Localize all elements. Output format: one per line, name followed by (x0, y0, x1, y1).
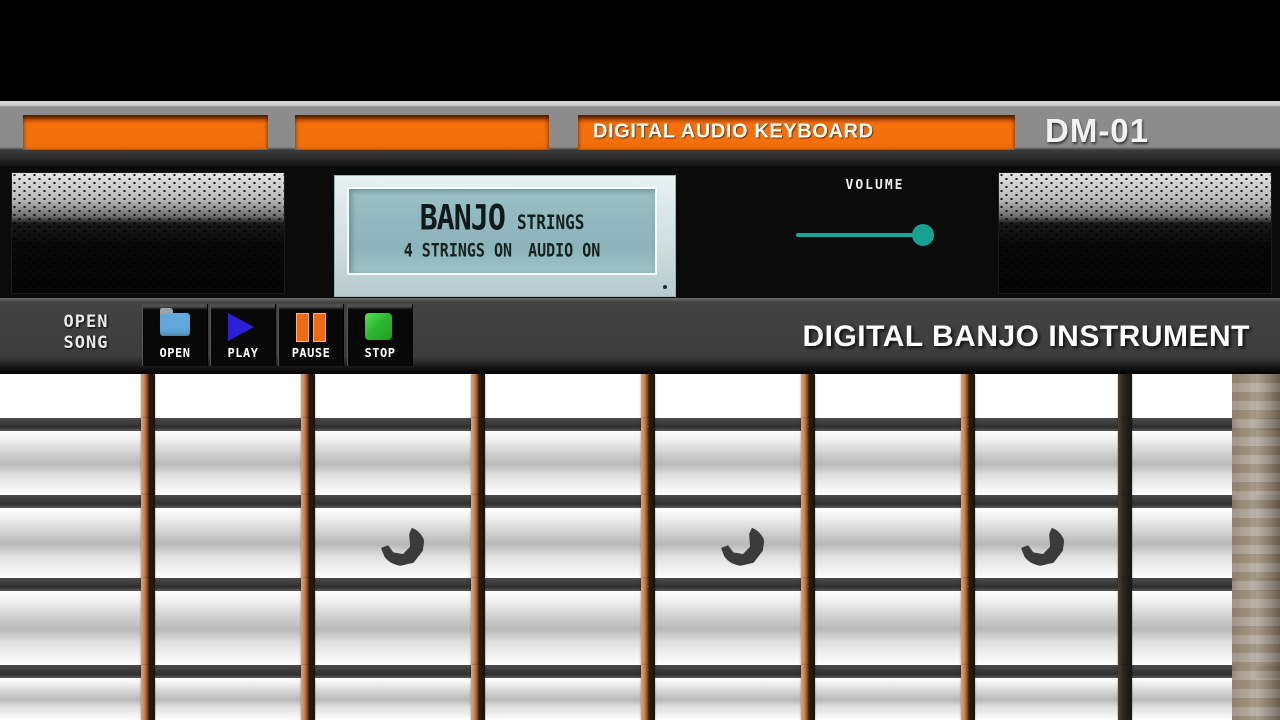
fret-bar (471, 374, 485, 418)
fret-bar (301, 665, 315, 720)
string-line[interactable] (0, 495, 1280, 508)
fret-bar (141, 374, 155, 418)
fret-bar (641, 665, 655, 720)
fret-bar (471, 418, 485, 495)
header-orange-panel-left (23, 115, 268, 149)
instrument-title: DIGITAL BANJO INSTRUMENT (802, 320, 1250, 353)
lcd-display[interactable]: BANJO STRINGS 4 STRINGS ON AUDIO ON (335, 176, 675, 296)
inlay-marker (721, 526, 765, 566)
fret-bar (961, 418, 975, 495)
fret-bar (961, 374, 975, 418)
fret-bar (801, 665, 815, 720)
open-song-label-line1: OPEN (63, 312, 109, 332)
pause-button[interactable]: PAUSE (278, 304, 344, 366)
string-line[interactable] (0, 418, 1280, 431)
fretboard[interactable] (0, 374, 1280, 720)
lcd-screen: BANJO STRINGS 4 STRINGS ON AUDIO ON (347, 187, 657, 275)
brand-label: DIGITAL AUDIO KEYBOARD (593, 120, 874, 143)
header-frame: DIGITAL AUDIO KEYBOARD DM-01 (10, 106, 1272, 149)
fret-bar (961, 495, 975, 578)
string-line[interactable] (0, 578, 1280, 591)
header-bezel: DIGITAL AUDIO KEYBOARD DM-01 (0, 101, 1280, 167)
fret-bar (141, 495, 155, 578)
fret-bar (1118, 418, 1132, 495)
lcd-line-1: BANJO STRINGS (349, 198, 655, 239)
string-band[interactable] (0, 495, 1280, 578)
fretboard-wood (0, 508, 1280, 578)
speaker-grille-left (11, 172, 285, 294)
fret-bar (801, 578, 815, 665)
fret-bar (801, 374, 815, 418)
open-song-label: OPEN SONG (36, 312, 136, 354)
volume-slider-knob[interactable] (912, 224, 934, 246)
fret-bar (641, 418, 655, 495)
fret-bar (141, 665, 155, 720)
open-song-label-line2: SONG (63, 333, 109, 353)
string-band[interactable] (0, 665, 1280, 720)
play-button-label: PLAY (227, 346, 259, 360)
stop-button[interactable]: STOP (347, 304, 413, 366)
open-button-label: OPEN (159, 346, 191, 360)
pause-button-label: PAUSE (291, 346, 331, 360)
lcd-indicator-dot (663, 285, 667, 289)
fretboard-wood (0, 678, 1280, 720)
string-band[interactable] (0, 418, 1280, 495)
fret-bar (641, 578, 655, 665)
stop-square-icon (365, 313, 395, 340)
fret-bar (471, 665, 485, 720)
fret-bar (641, 495, 655, 578)
fret-bar (301, 374, 315, 418)
fretboard-wood (0, 591, 1280, 665)
top-black-area (0, 0, 1280, 101)
play-button[interactable]: PLAY (210, 304, 276, 366)
speaker-grille-right (998, 172, 1272, 294)
fret-bar (301, 495, 315, 578)
string-line[interactable] (0, 665, 1280, 678)
inlay-marker (381, 526, 425, 566)
fret-bar (301, 578, 315, 665)
fretboard-wood (0, 431, 1280, 495)
neck-edge (1232, 374, 1280, 720)
lcd-instrument-name: BANJO (419, 198, 506, 239)
fret-bar (961, 578, 975, 665)
folder-icon (160, 313, 190, 339)
header-brand-panel: DIGITAL AUDIO KEYBOARD (578, 115, 1015, 149)
speaker-holes-left (12, 173, 284, 293)
volume-control[interactable]: VOLUME (760, 176, 990, 266)
play-triangle-icon (228, 313, 258, 341)
lcd-audio-status: AUDIO ON (528, 238, 601, 262)
volume-label: VOLUME (845, 178, 905, 193)
fret-bar (1118, 578, 1132, 665)
lcd-instrument-type: STRINGS (516, 211, 585, 234)
fret-bar (1118, 495, 1132, 578)
fret-bar (1118, 374, 1132, 418)
string-band[interactable] (0, 578, 1280, 665)
lcd-line-2: 4 STRINGS ON AUDIO ON (349, 239, 655, 262)
open-button[interactable]: OPEN (142, 304, 208, 366)
inlay-marker (1021, 526, 1065, 566)
fret-bar (1118, 665, 1132, 720)
fret-bar (641, 374, 655, 418)
header-orange-panel-center (295, 115, 549, 149)
fret-bar (301, 418, 315, 495)
fret-bar (141, 578, 155, 665)
fret-bar (801, 495, 815, 578)
fret-bar (471, 578, 485, 665)
pause-bars-icon (296, 313, 326, 342)
lcd-strings-status: 4 STRINGS ON (403, 238, 513, 262)
model-number: DM-01 (1045, 112, 1150, 149)
digital-banjo-app: DIGITAL AUDIO KEYBOARD DM-01 BANJO STRIN… (0, 0, 1280, 720)
fret-bar (471, 495, 485, 578)
fret-bar (961, 665, 975, 720)
speaker-holes-right (999, 173, 1271, 293)
fret-bar (141, 418, 155, 495)
fret-bar (801, 418, 815, 495)
transport-bar: OPEN SONG OPEN PLAY PAUSE STOP DIGITAL B… (0, 298, 1280, 374)
stop-button-label: STOP (364, 346, 396, 360)
